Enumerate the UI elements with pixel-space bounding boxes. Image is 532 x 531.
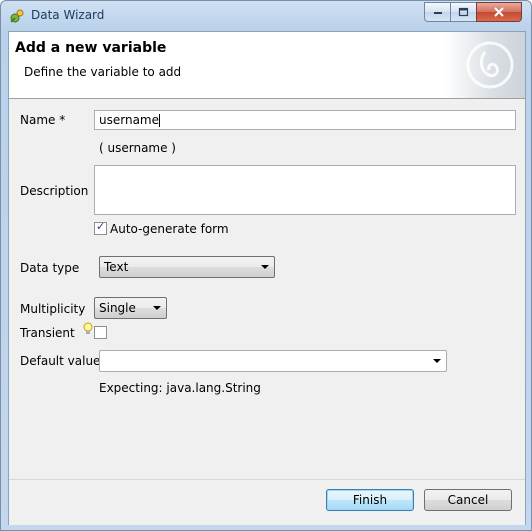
app-icon (10, 9, 24, 23)
finish-button[interactable]: Finish (326, 489, 414, 511)
name-input-value: username (99, 113, 159, 127)
title-bar[interactable]: Data Wizard (1, 1, 531, 31)
description-label: Description (20, 184, 89, 198)
page-description: Define the variable to add (24, 65, 182, 79)
expecting-type-text: Expecting: java.lang.String (99, 381, 261, 395)
close-icon (494, 7, 504, 17)
page-title: Add a new variable (15, 40, 167, 56)
dialog-client-area: Add a new variable Define the variable t… (8, 31, 526, 525)
bonita-logo-icon (466, 41, 514, 89)
default-value-label: Default value (20, 354, 101, 368)
description-textarea[interactable] (94, 165, 516, 215)
name-preview: ( username ) (99, 141, 176, 155)
name-label: Name * (20, 113, 66, 127)
data-wizard-window: Data Wizard Add a new variable Define th… (0, 0, 532, 531)
button-bar: Finish Cancel (9, 479, 525, 525)
close-button[interactable] (476, 2, 522, 22)
multiplicity-value: Single (99, 301, 136, 315)
lightbulb-hint-icon (83, 322, 93, 334)
maximize-button[interactable] (450, 2, 477, 22)
multiplicity-select[interactable]: Single (94, 297, 167, 319)
datatype-select[interactable]: Text (99, 256, 275, 278)
chevron-down-icon (153, 306, 161, 310)
variable-form: Name * username ( username ) Description… (9, 99, 525, 479)
autogen-label: Auto-generate form (110, 222, 229, 236)
datatype-value: Text (104, 260, 129, 274)
minimize-icon (433, 12, 442, 14)
chevron-down-icon (261, 265, 269, 269)
transient-checkbox[interactable] (94, 326, 107, 339)
transient-label: Transient (20, 326, 75, 340)
multiplicity-label: Multiplicity (20, 302, 86, 316)
chevron-down-icon (433, 359, 441, 363)
cancel-button[interactable]: Cancel (424, 489, 512, 511)
autogen-checkbox[interactable]: ✓ (94, 220, 107, 235)
check-icon: ✓ (96, 220, 106, 233)
datatype-label: Data type (20, 261, 80, 275)
text-caret (159, 114, 160, 127)
window-title: Data Wizard (31, 8, 105, 22)
minimize-button[interactable] (424, 2, 451, 22)
name-input[interactable]: username (94, 110, 516, 130)
wizard-header: Add a new variable Define the variable t… (9, 32, 525, 99)
default-value-combo[interactable] (99, 350, 447, 372)
restore-icon (458, 7, 469, 17)
